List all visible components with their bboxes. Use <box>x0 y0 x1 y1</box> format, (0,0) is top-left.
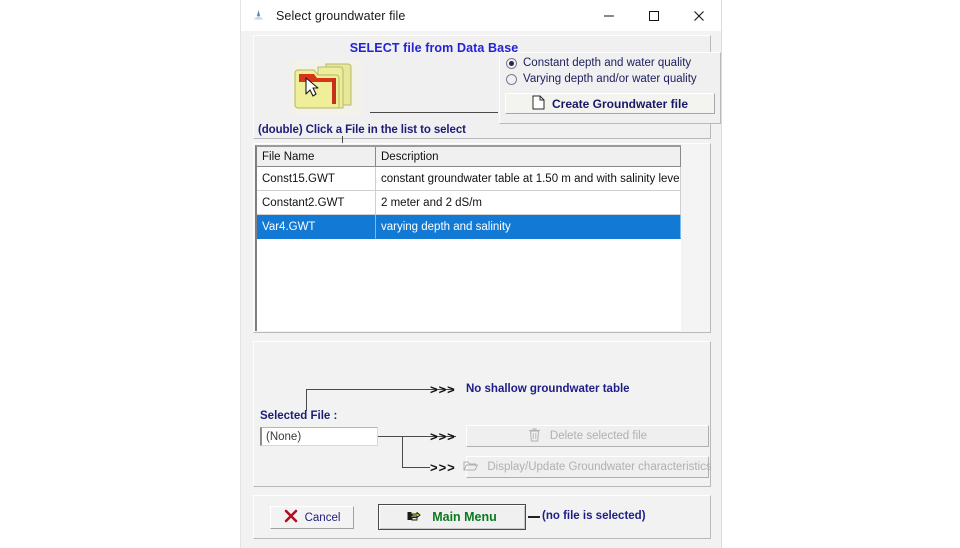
connector-line-horizontal <box>370 112 498 113</box>
screen: Select groundwater file SELECT file from… <box>0 0 960 548</box>
app-trident-icon <box>250 7 267 24</box>
delete-selected-file-label: Delete selected file <box>549 430 648 442</box>
title-bar: Select groundwater file <box>241 0 721 31</box>
radio-constant-depth-label: Constant depth and water quality <box>523 57 692 69</box>
radio-constant-depth[interactable]: Constant depth and water quality <box>506 57 691 69</box>
create-groundwater-file-button[interactable]: Create Groundwater file <box>505 93 715 114</box>
connector-dash <box>528 516 540 518</box>
delete-selected-file-button[interactable]: Delete selected file <box>466 425 709 447</box>
window-controls <box>586 0 721 31</box>
selected-file-label: Selected File : <box>260 410 338 422</box>
dialog-body: SELECT file from Data Base (double) Clic <box>241 31 721 548</box>
display-update-groundwater-label: Display/Update Groundwater characteristi… <box>487 461 712 473</box>
table-row[interactable]: Constant2.GWT 2 meter and 2 dS/m <box>257 191 681 215</box>
radio-unselected-icon <box>506 73 517 85</box>
status-note: No shallow groundwater table <box>466 383 630 395</box>
branch-line-to-display <box>402 467 430 468</box>
radio-varying-depth[interactable]: Varying depth and/or water quality <box>506 73 697 85</box>
select-from-database-panel: SELECT file from Data Base (double) Clic <box>253 35 721 148</box>
file-list-grid[interactable]: File Name Description Const15.GWT consta… <box>255 145 681 331</box>
bottom-button-bar: Cancel Main Menu (no file is selected) <box>253 495 711 539</box>
cell-file-name: Var4.GWT <box>257 215 376 239</box>
radio-selected-icon <box>506 57 517 69</box>
main-menu-button-label: Main Menu <box>432 510 497 524</box>
no-file-status-text: (no file is selected) <box>542 510 646 522</box>
arrow-marker-delete: >>> <box>430 429 456 444</box>
file-list-panel: File Name Description Const15.GWT consta… <box>253 143 711 333</box>
open-folder-icon <box>463 459 479 475</box>
display-update-groundwater-button[interactable]: Display/Update Groundwater characteristi… <box>463 456 712 478</box>
arrow-marker-note: >>> <box>430 382 456 397</box>
cell-description: constant groundwater table at 1.50 m and… <box>376 167 681 191</box>
arrow-marker-display: >>> <box>430 460 456 475</box>
cell-file-name: Constant2.GWT <box>257 191 376 215</box>
grid-header-row: File Name Description <box>257 147 681 167</box>
cell-description: 2 meter and 2 dS/m <box>376 191 681 215</box>
selected-file-panel: >>> No shallow groundwater table Selecte… <box>253 341 712 487</box>
trash-icon <box>528 427 541 445</box>
column-header-description[interactable]: Description <box>376 147 681 167</box>
table-row[interactable]: Const15.GWT constant groundwater table a… <box>257 167 681 191</box>
table-row-selected[interactable]: Var4.GWT varying depth and salinity <box>257 215 681 239</box>
radio-varying-depth-label: Varying depth and/or water quality <box>523 73 697 85</box>
dialog-window: Select groundwater file SELECT file from… <box>240 0 722 548</box>
cell-description: varying depth and salinity <box>376 215 681 239</box>
branch-line-vertical <box>402 436 403 468</box>
elbow-line-up <box>306 389 307 411</box>
cancel-button-label: Cancel <box>304 511 341 524</box>
new-document-icon <box>532 95 545 113</box>
minimize-icon[interactable] <box>586 0 631 31</box>
create-groundwater-file-label: Create Groundwater file <box>551 96 689 111</box>
cell-file-name: Const15.GWT <box>257 167 376 191</box>
column-header-file-name[interactable]: File Name <box>257 147 376 167</box>
selected-file-value[interactable]: (None) <box>260 427 378 446</box>
pointing-hand-icon <box>407 509 424 526</box>
double-click-hint: (double) Click a File in the list to sel… <box>258 124 466 136</box>
folder-stack-icon[interactable] <box>286 58 368 120</box>
window-title: Select groundwater file <box>276 8 406 23</box>
maximize-icon[interactable] <box>631 0 676 31</box>
close-icon[interactable] <box>676 0 721 31</box>
red-x-icon <box>284 509 298 526</box>
cancel-button[interactable]: Cancel <box>270 506 354 529</box>
main-menu-button[interactable]: Main Menu <box>378 504 526 530</box>
groundwater-type-options: Constant depth and water quality Varying… <box>499 52 721 124</box>
